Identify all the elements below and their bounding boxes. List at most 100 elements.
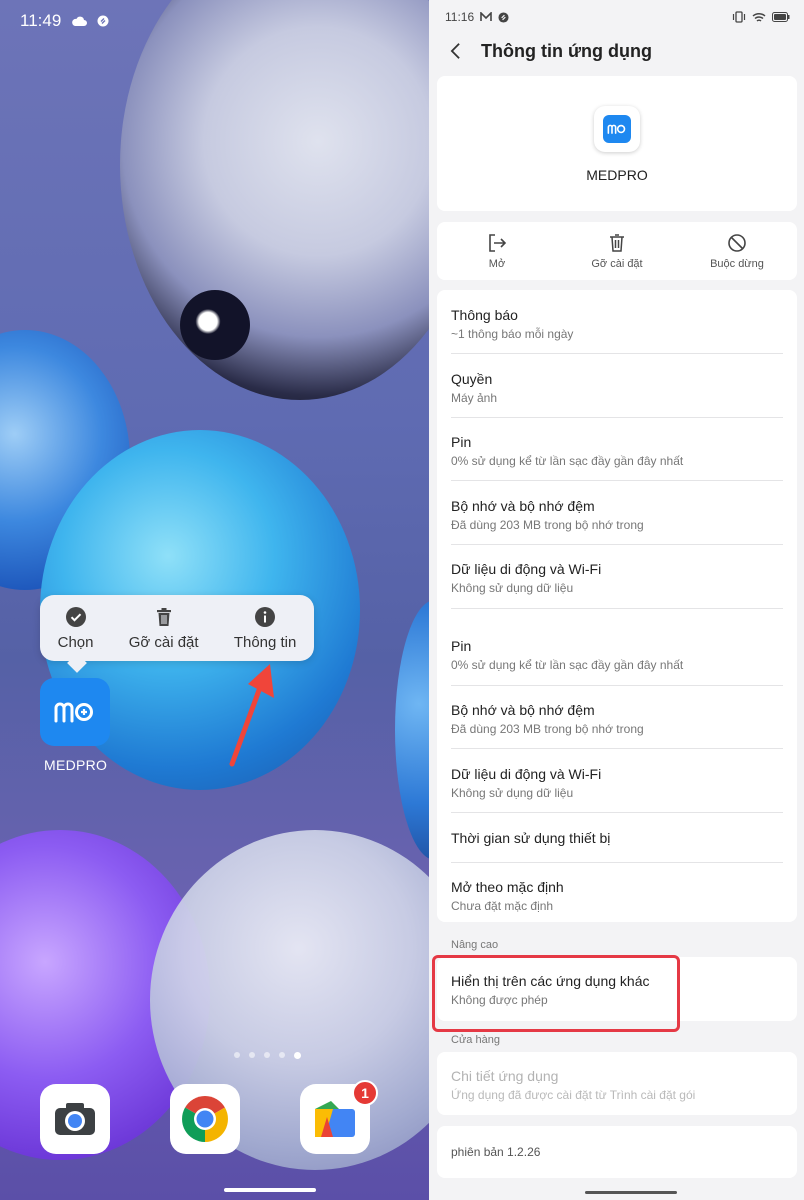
sync-icon xyxy=(97,15,109,27)
back-arrow-icon xyxy=(450,43,460,59)
page-dot[interactable] xyxy=(264,1052,270,1058)
camera-app[interactable] xyxy=(40,1084,110,1154)
divider xyxy=(451,353,783,354)
item-title: Chi tiết ứng dụng xyxy=(451,1068,559,1084)
vibrate-icon xyxy=(732,11,746,23)
page-dot[interactable] xyxy=(234,1052,240,1058)
red-highlight-annotation xyxy=(432,955,680,1032)
divider xyxy=(451,812,783,813)
menu-item-label: Gỡ cài đặt xyxy=(128,633,199,651)
section-header-advanced: Nâng cao xyxy=(451,939,499,951)
open-button[interactable]: Mở xyxy=(437,222,557,280)
medpro-logo-icon xyxy=(54,702,93,723)
uninstall-button[interactable]: Gỡ cài đặt xyxy=(557,222,677,280)
open-icon xyxy=(489,233,507,252)
settings-item-storage[interactable]: Bộ nhớ và bộ nhớ đệm Đã dùng 203 MB tron… xyxy=(451,702,783,736)
action-label: Buộc dừng xyxy=(710,257,764,270)
page-title: Thông tin ứng dụng xyxy=(481,40,652,61)
item-subtitle: Đã dùng 203 MB trong bộ nhớ trong xyxy=(451,722,644,736)
medpro-app-icon[interactable] xyxy=(40,678,110,746)
item-subtitle: Ứng dụng đã được cài đặt từ Trình cài đặ… xyxy=(451,1088,696,1102)
divider xyxy=(451,544,783,545)
app-icon xyxy=(594,106,640,152)
item-subtitle: 0% sử dụng kể từ lần sạc đầy gần đây nhấ… xyxy=(451,658,684,672)
home-screen: 11:49 Chọn Gỡ cài đặt Thông tin MEDPRO 1 xyxy=(0,0,429,1200)
camera-icon xyxy=(55,1103,95,1135)
app-label: MEDPRO xyxy=(44,757,108,773)
item-title: Pin xyxy=(451,638,472,654)
settings-item-open-by-default[interactable]: Mở theo mặc định Chưa đặt mặc định xyxy=(451,879,783,913)
status-time: 11:49 xyxy=(20,11,62,30)
settings-item-battery[interactable]: Pin 0% sử dụng kể từ lần sạc đầy gần đây… xyxy=(451,434,783,468)
chrome-app[interactable] xyxy=(170,1084,240,1154)
store-card: Chi tiết ứng dụng Ứng dụng đã được cài đ… xyxy=(437,1052,797,1115)
sync-icon xyxy=(498,11,509,23)
item-title: Quyền xyxy=(451,371,493,387)
item-subtitle: Không sử dụng dữ liệu xyxy=(451,581,574,595)
divider xyxy=(451,862,783,863)
status-time: 11:16 xyxy=(445,10,475,24)
gesture-bar[interactable] xyxy=(224,1188,316,1192)
medpro-logo-icon xyxy=(607,124,626,134)
settings-item-mobile-data[interactable]: Dữ liệu di động và Wi-Fi Không sử dụng d… xyxy=(451,766,783,800)
settings-item-permissions[interactable]: Quyền Máy ảnh xyxy=(451,371,783,405)
menu-item-label: Chọn xyxy=(57,633,94,651)
settings-item-mobile-data[interactable]: Dữ liệu di động và Wi-Fi Không sử dụng d… xyxy=(451,561,783,595)
settings-item-storage[interactable]: Bộ nhớ và bộ nhớ đệm Đã dùng 203 MB tron… xyxy=(451,498,783,532)
item-title: Mở theo mặc định xyxy=(451,879,564,895)
page-dot[interactable] xyxy=(249,1052,255,1058)
force-stop-button[interactable]: Buộc dừng xyxy=(677,222,797,280)
wallpaper-bubble xyxy=(120,0,429,400)
gesture-bar[interactable] xyxy=(585,1191,677,1194)
chrome-icon xyxy=(182,1096,228,1142)
app-actions-card: Mở Gỡ cài đặt Buộc dừng xyxy=(437,222,797,280)
page-dot-active[interactable] xyxy=(294,1052,301,1059)
block-icon xyxy=(728,233,746,252)
menu-item-label: Thông tin xyxy=(233,633,297,651)
app-summary-card: MEDPRO xyxy=(437,76,797,211)
section-header-store: Cửa hàng xyxy=(451,1034,500,1046)
item-title: Pin xyxy=(451,434,472,450)
divider xyxy=(451,480,783,481)
app-name: MEDPRO xyxy=(586,167,648,183)
divider xyxy=(451,685,783,686)
red-arrow-annotation xyxy=(229,664,274,767)
mail-icon xyxy=(480,12,492,21)
menu-item-select[interactable]: Chọn xyxy=(57,606,94,651)
item-subtitle: 0% sử dụng kể từ lần sạc đầy gần đây nhấ… xyxy=(451,454,684,468)
item-title: Dữ liệu di động và Wi-Fi xyxy=(451,561,602,577)
wallpaper-bubble xyxy=(180,290,250,360)
item-subtitle: Đã dùng 203 MB trong bộ nhớ trong xyxy=(451,518,644,532)
action-label: Gỡ cài đặt xyxy=(591,257,643,270)
status-bar: 11:49 xyxy=(20,11,109,31)
app-bar: Thông tin ứng dụng xyxy=(429,36,804,66)
app-version: phiên bản 1.2.26 xyxy=(451,1145,541,1159)
check-circle-icon xyxy=(65,606,86,627)
item-title: Bộ nhớ và bộ nhớ đệm xyxy=(451,498,595,514)
notification-badge: 1 xyxy=(352,1080,378,1106)
cloud-icon xyxy=(72,16,88,26)
settings-item-battery[interactable]: Pin 0% sử dụng kể từ lần sạc đầy gần đây… xyxy=(451,638,783,672)
version-card: phiên bản 1.2.26 xyxy=(437,1126,797,1178)
item-title: Thời gian sử dụng thiết bị xyxy=(451,830,611,846)
item-subtitle: Máy ảnh xyxy=(451,391,498,405)
battery-icon xyxy=(772,12,790,22)
settings-list: Thông báo ~1 thông báo mỗi ngày Quyền Má… xyxy=(437,290,797,922)
menu-item-uninstall[interactable]: Gỡ cài đặt xyxy=(129,606,199,651)
item-title: Bộ nhớ và bộ nhớ đệm xyxy=(451,702,595,718)
back-button[interactable] xyxy=(435,36,475,66)
divider xyxy=(451,417,783,418)
settings-item-notifications[interactable]: Thông báo ~1 thông báo mỗi ngày xyxy=(451,307,783,341)
menu-item-app-info[interactable]: Thông tin xyxy=(233,606,297,651)
item-subtitle: ~1 thông báo mỗi ngày xyxy=(451,327,574,341)
divider xyxy=(451,748,783,749)
item-title: Dữ liệu di động và Wi-Fi xyxy=(451,766,602,782)
page-dot[interactable] xyxy=(279,1052,285,1058)
settings-item-screen-time[interactable]: Thời gian sử dụng thiết bị xyxy=(451,830,783,846)
app-context-menu: Chọn Gỡ cài đặt Thông tin xyxy=(40,595,314,661)
trash-icon xyxy=(610,233,624,252)
item-title: Thông báo xyxy=(451,307,518,323)
item-subtitle: Không sử dụng dữ liệu xyxy=(451,786,574,800)
wifi-icon xyxy=(752,12,766,22)
item-subtitle: Chưa đặt mặc định xyxy=(451,899,554,913)
